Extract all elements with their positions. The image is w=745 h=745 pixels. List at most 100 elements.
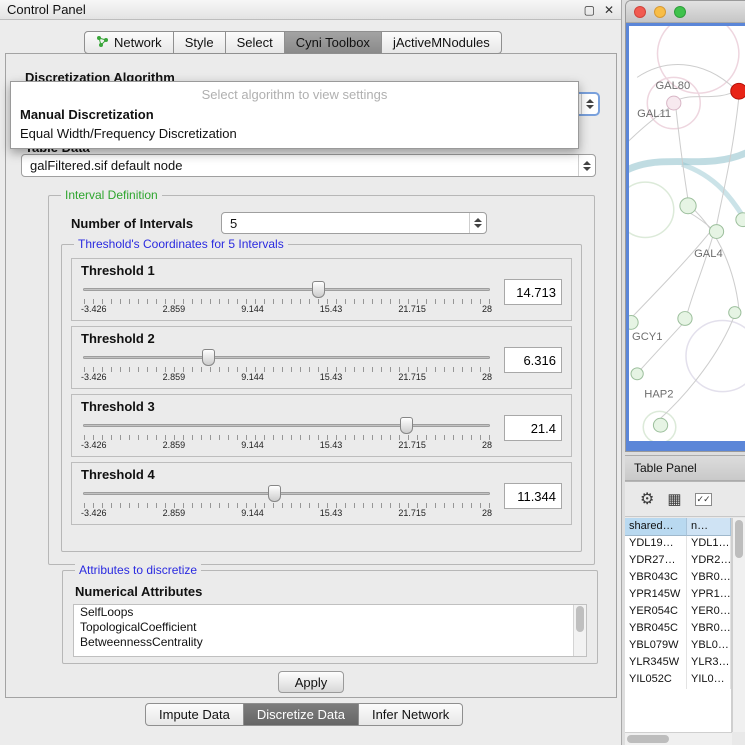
tab-select[interactable]: Select — [226, 31, 285, 54]
cyni-toolbox-panel: Discretization Algorithm Select algorith… — [5, 53, 617, 698]
thresholds-group: Threshold's Coordinates for 5 Intervals … — [61, 244, 582, 552]
network-edge — [629, 232, 710, 325]
table-row[interactable]: YBR045CYBR0… — [625, 621, 731, 638]
slider-scale: -3.4262.8599.14415.4321.71528 — [81, 372, 492, 382]
threshold-slider[interactable]: -3.4262.8599.14415.4321.71528 — [81, 279, 492, 315]
threshold-slider[interactable]: -3.4262.8599.14415.4321.71528 — [81, 347, 492, 383]
float-icon[interactable]: ▢ — [584, 3, 595, 17]
table-row[interactable]: YER054CYER0… — [625, 604, 731, 621]
algorithm-dropdown-menu: Select algorithm to view settings Manual… — [10, 81, 579, 149]
threshold-slider[interactable]: -3.4262.8599.14415.4321.71528 — [81, 415, 492, 451]
list-item[interactable]: SelfLoops — [74, 605, 586, 620]
table-header-row: shared… n… — [625, 518, 731, 536]
scrollbar-thumb[interactable] — [627, 735, 669, 743]
threshold-value-input[interactable] — [504, 415, 562, 441]
threshold-label: Threshold 3 — [81, 399, 562, 414]
network-graph: GAL80 GAL11 GAL4 GCY1 HAP2 — [629, 26, 745, 441]
network-node[interactable] — [678, 312, 692, 326]
network-node[interactable] — [709, 225, 723, 239]
interval-definition-group: Interval Definition Number of Intervals … — [48, 195, 595, 565]
network-window-titlebar[interactable] — [626, 1, 745, 23]
menu-item-manual-discretization[interactable]: Manual Discretization — [11, 105, 578, 124]
gear-icon[interactable]: ⚙ — [640, 489, 654, 509]
table-row[interactable]: YDR27…YDR2… — [625, 553, 731, 570]
network-canvas[interactable]: GAL80 GAL11 GAL4 GCY1 HAP2 — [629, 26, 745, 441]
slider-thumb[interactable] — [268, 485, 281, 502]
scrollbar-thumb[interactable] — [576, 606, 584, 632]
control-panel-window: Control Panel ▢ ✕ Network Style Select C… — [0, 0, 622, 745]
table-row[interactable]: YBR043CYBR0… — [625, 570, 731, 587]
control-panel-titlebar[interactable]: Control Panel ▢ ✕ — [0, 0, 621, 20]
threshold-value-input[interactable] — [504, 279, 562, 305]
network-node[interactable] — [729, 307, 741, 319]
tab-infer-network[interactable]: Infer Network — [359, 703, 463, 726]
slider-track[interactable] — [83, 356, 490, 359]
slider-thumb[interactable] — [202, 349, 215, 366]
number-of-intervals-combobox[interactable]: 5 — [221, 212, 487, 234]
numerical-attributes-list[interactable]: SelfLoops TopologicalCoefficient Between… — [73, 604, 587, 657]
slider-thumb[interactable] — [312, 281, 325, 298]
menu-item-equal-width-frequency[interactable]: Equal Width/Frequency Discretization — [11, 124, 578, 143]
mac-minimize-icon[interactable] — [654, 6, 666, 18]
network-node-selected[interactable] — [731, 83, 745, 99]
bottom-tab-bar: Impute Data Discretize Data Infer Networ… — [145, 703, 463, 726]
threshold-label: Threshold 1 — [81, 263, 562, 278]
slider-track[interactable] — [83, 288, 490, 291]
table-row[interactable]: YBL079WYBL0… — [625, 638, 731, 655]
network-icon — [96, 35, 109, 51]
tab-cyni-toolbox[interactable]: Cyni Toolbox — [285, 31, 382, 54]
tab-style[interactable]: Style — [174, 31, 226, 54]
interval-definition-title: Interval Definition — [61, 188, 162, 202]
tab-network[interactable]: Network — [84, 31, 174, 54]
threshold-2-panel: Threshold 2 -3.4262.8599.14415.4321.7152… — [71, 326, 572, 389]
threshold-4-panel: Threshold 4 -3.4262.8599.14415.4321.7152… — [71, 462, 572, 525]
scrollbar-thumb[interactable] — [735, 520, 743, 558]
slider-thumb[interactable] — [400, 417, 413, 434]
network-node[interactable] — [736, 213, 745, 227]
mac-close-icon[interactable] — [634, 6, 646, 18]
menu-hint: Select algorithm to view settings — [11, 82, 578, 105]
tab-impute-data[interactable]: Impute Data — [145, 703, 244, 726]
node-label: GAL4 — [694, 248, 723, 260]
table-row[interactable]: YPR145WYPR1… — [625, 587, 731, 604]
network-node[interactable] — [629, 316, 638, 330]
network-view-frame: GAL80 GAL11 GAL4 GCY1 HAP2 — [626, 23, 745, 451]
top-tab-bar: Network Style Select Cyni Toolbox jActiv… — [84, 31, 502, 54]
threshold-slider[interactable]: -3.4262.8599.14415.4321.71528 — [81, 483, 492, 519]
threshold-value-input[interactable] — [504, 347, 562, 373]
table-row[interactable]: YLR345WYLR3… — [625, 655, 731, 672]
tab-discretize-data[interactable]: Discretize Data — [244, 703, 359, 726]
table-row[interactable]: YDL19…YDL1… — [625, 536, 731, 553]
node-label: GAL11 — [637, 108, 671, 120]
node-label: HAP2 — [644, 389, 673, 401]
window-title: Control Panel — [7, 2, 86, 17]
close-icon[interactable]: ✕ — [604, 3, 614, 17]
attributes-to-discretize-group: Attributes to discretize Numerical Attri… — [62, 570, 598, 664]
network-node[interactable] — [680, 198, 696, 214]
table-horizontal-scrollbar[interactable] — [625, 732, 732, 745]
table-row[interactable]: YIL052CYIL0… — [625, 672, 731, 689]
thresholds-group-title: Threshold's Coordinates for 5 Intervals — [74, 237, 288, 251]
threshold-value-input[interactable] — [504, 483, 562, 509]
attributes-group-title: Attributes to discretize — [75, 563, 201, 577]
column-header[interactable]: n… — [687, 518, 731, 536]
slider-scale: -3.4262.8599.14415.4321.71528 — [81, 304, 492, 314]
mac-zoom-icon[interactable] — [674, 6, 686, 18]
list-scrollbar[interactable] — [573, 605, 586, 656]
number-of-intervals-value: 5 — [230, 216, 237, 231]
tab-jactivemnodules[interactable]: jActiveMNodules — [382, 31, 502, 54]
table-data-combobox[interactable]: galFiltered.sif default node — [21, 154, 596, 177]
slider-track[interactable] — [83, 424, 490, 427]
list-item[interactable]: BetweennessCentrality — [74, 635, 586, 650]
list-item[interactable]: TopologicalCoefficient — [74, 620, 586, 635]
threshold-1-panel: Threshold 1 -3.4262.8599.14415.4321.7152… — [71, 258, 572, 321]
column-header[interactable]: shared… — [625, 518, 687, 536]
checkbox-filter-icon[interactable]: ✓✓ — [695, 493, 712, 506]
columns-icon[interactable]: ▦ — [667, 490, 681, 508]
network-node[interactable] — [653, 418, 667, 432]
apply-button[interactable]: Apply — [278, 671, 344, 693]
network-node[interactable] — [631, 368, 643, 380]
threshold-label: Threshold 4 — [81, 467, 562, 482]
table-vertical-scrollbar[interactable] — [732, 518, 745, 732]
slider-track[interactable] — [83, 492, 490, 495]
